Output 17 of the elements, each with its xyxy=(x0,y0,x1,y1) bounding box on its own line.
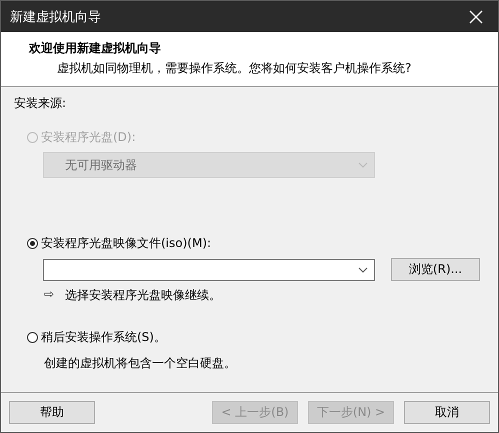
wizard-heading: 欢迎使用新建虚拟机向导 xyxy=(29,40,162,57)
arrow-icon: ⇨ xyxy=(44,287,54,304)
cancel-button[interactable]: 取消 xyxy=(404,401,490,424)
radio-option[interactable]: 稍后安装操作系统(S)。 xyxy=(27,329,166,346)
radio-option[interactable]: 安装程序光盘映像文件(iso)(M): xyxy=(27,235,212,252)
dropdown-field[interactable] xyxy=(43,258,375,280)
hint-text: 选择安装程序光盘映像继续。 xyxy=(65,287,222,304)
help-button[interactable]: 帮助 xyxy=(9,401,95,424)
dropdown-field: 无可用驱动器 xyxy=(43,152,375,178)
section-label: 安装来源: xyxy=(14,95,68,112)
radio-option: 安装程序光盘(D): xyxy=(27,129,136,146)
chevron-down-icon xyxy=(358,162,368,168)
option-note: 创建的虚拟机将包含一个空白硬盘。 xyxy=(44,355,237,372)
window-title: 新建虚拟机向导 xyxy=(10,8,101,26)
browse-button[interactable]: 浏览(R)... xyxy=(391,258,480,281)
wizard-description: 虚拟机如同物理机，需要操作系统。您将如何安装客户机操作系统? xyxy=(57,60,412,77)
chevron-down-icon xyxy=(358,266,368,272)
